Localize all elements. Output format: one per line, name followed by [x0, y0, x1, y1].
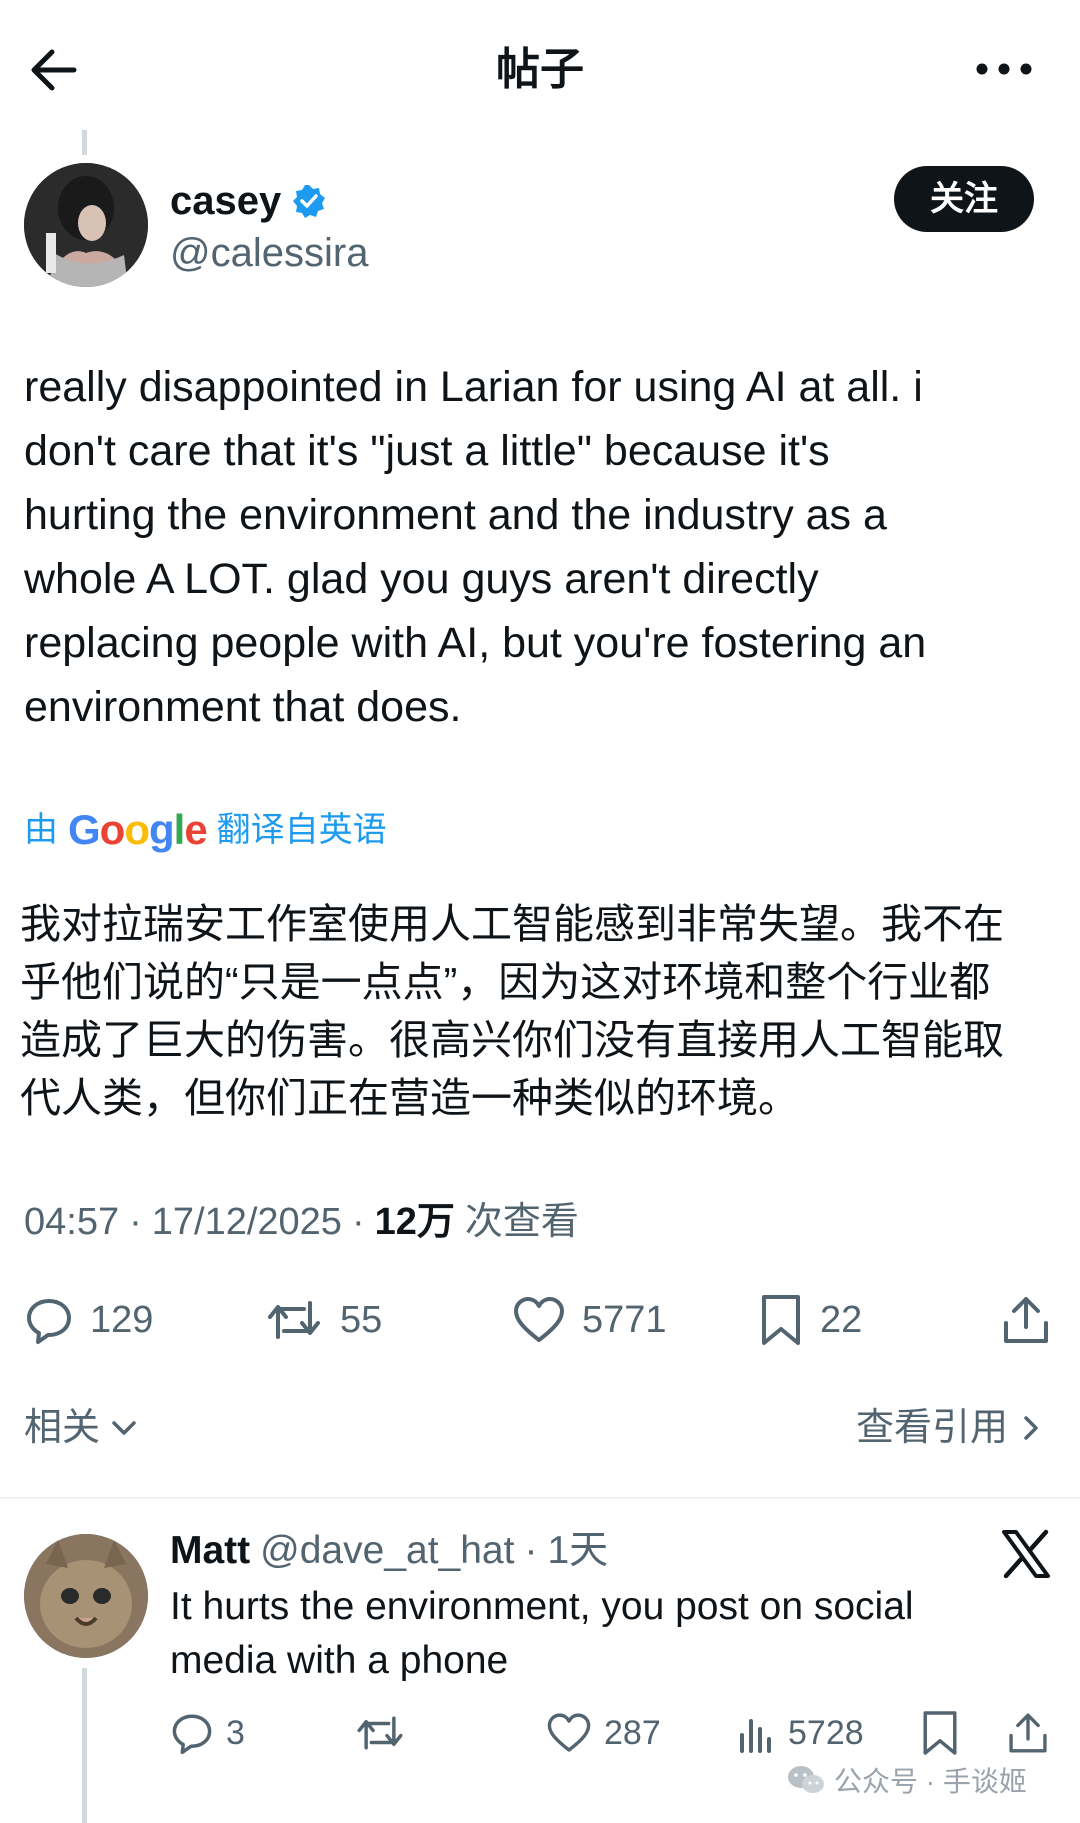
reply-author-name[interactable]: Matt [170, 1526, 250, 1576]
translate-suffix: 翻译自英语 [216, 811, 387, 849]
translate-prefix: 由 [24, 811, 58, 849]
verified-badge-icon [291, 183, 327, 219]
reply-action[interactable]: 129 [24, 1290, 153, 1350]
post-time: 04:57 [24, 1201, 120, 1243]
like-count: 5771 [582, 1298, 667, 1341]
post-line: environment that does. [24, 683, 462, 731]
analytics-icon [736, 1711, 776, 1755]
watermark-text: 公众号 · 手谈姬 [834, 1766, 1027, 1797]
meta-separator: · [129, 1201, 142, 1243]
reply-text: It hurts the environment, you post on so… [170, 1580, 1050, 1688]
like-action[interactable]: 5771 [512, 1290, 667, 1350]
chevron-down-icon [108, 1412, 140, 1444]
translated-line: 造成了巨大的伤害。很高兴你们没有直接用人工智能取 [20, 1017, 1004, 1063]
reply-count: 129 [90, 1298, 154, 1341]
reply-views-action[interactable]: 5728 [736, 1705, 864, 1761]
reply-icon [24, 1295, 74, 1345]
author-name[interactable]: casey [170, 176, 281, 226]
reply-reply-action[interactable]: 3 [170, 1705, 245, 1761]
meta-separator: · [524, 1529, 538, 1572]
thread-connector-line [82, 1668, 87, 1823]
share-icon[interactable] [1000, 1290, 1052, 1350]
translated-text: 我对拉瑞安工作室使用人工智能感到非常失望。我不在 乎他们说的“只是一点点”，因为… [20, 895, 1060, 1127]
reply-share-icon[interactable] [1006, 1705, 1050, 1761]
views-count: 5728 [788, 1713, 864, 1752]
repost-action[interactable]: 55 [264, 1290, 382, 1350]
bookmark-count: 22 [820, 1298, 863, 1341]
reply-avatar[interactable] [24, 1534, 148, 1658]
section-divider [0, 1497, 1080, 1499]
meta-separator: · [351, 1201, 365, 1243]
view-quotes-link[interactable]: 查看引用 [856, 1400, 1046, 1456]
follow-button[interactable]: 关注 [894, 166, 1034, 232]
translation-attribution[interactable]: 由 Google 翻译自英语 [24, 805, 387, 855]
reply-icon [170, 1711, 214, 1755]
reply-header: Matt @dave_at_hat · 1天 [170, 1526, 608, 1576]
post-line: whole A LOT. glad you guys aren't direct… [24, 555, 819, 603]
more-options-icon[interactable] [964, 44, 1044, 94]
reply-count: 3 [226, 1713, 245, 1752]
reply-time: 1天 [547, 1529, 609, 1572]
reply-line: It hurts the environment, you post on so… [170, 1585, 914, 1628]
post-text: really disappointed in Larian for using … [24, 355, 1054, 739]
post-line: hurting the environment and the industry… [24, 491, 887, 539]
views-label: 次查看 [464, 1201, 579, 1243]
related-dropdown[interactable]: 相关 [24, 1400, 140, 1456]
bookmark-icon [758, 1293, 804, 1347]
heart-icon [546, 1711, 592, 1755]
author-avatar[interactable] [24, 163, 148, 287]
reply-bookmark-icon[interactable] [920, 1705, 960, 1761]
heart-icon [512, 1295, 566, 1345]
like-count: 287 [604, 1713, 661, 1752]
post-line: replacing people with AI, but you're fos… [24, 619, 927, 667]
post-meta: 04:57 · 17/12/2025 · 12万 次查看 [24, 1194, 579, 1250]
author-handle[interactable]: @calessira [170, 228, 368, 278]
bookmark-action[interactable]: 22 [758, 1290, 862, 1350]
translated-line: 代人类，但你们正在营造一种类似的环境。 [20, 1075, 799, 1121]
translated-line: 乎他们说的“只是一点点”，因为这对环境和整个行业都 [20, 959, 991, 1005]
translated-line: 我对拉瑞安工作室使用人工智能感到非常失望。我不在 [20, 901, 1004, 947]
post-date: 17/12/2025 [151, 1201, 342, 1243]
chevron-right-icon [1016, 1412, 1046, 1444]
page-title: 帖子 [496, 45, 584, 94]
related-label: 相关 [24, 1407, 101, 1449]
google-logo: Google [68, 806, 208, 853]
repost-icon [354, 1711, 406, 1755]
reply-line: media with a phone [170, 1639, 509, 1682]
wechat-icon [786, 1764, 826, 1796]
post-line: don't care that it's "just a little" bec… [24, 427, 830, 475]
thread-connector-line [82, 130, 87, 155]
watermark: 公众号 · 手谈姬 [786, 1760, 1027, 1800]
quotes-label: 查看引用 [856, 1407, 1009, 1449]
reply-repost-action[interactable] [354, 1705, 406, 1761]
repost-icon [264, 1295, 324, 1345]
repost-count: 55 [340, 1298, 383, 1341]
author-name-row[interactable]: casey [170, 176, 327, 226]
views-count: 12万 [374, 1201, 455, 1243]
reply-author-handle[interactable]: @dave_at_hat [260, 1526, 514, 1576]
post-line: really disappointed in Larian for using … [24, 363, 923, 411]
reply-like-action[interactable]: 287 [546, 1705, 661, 1761]
x-logo-icon [1000, 1528, 1052, 1580]
